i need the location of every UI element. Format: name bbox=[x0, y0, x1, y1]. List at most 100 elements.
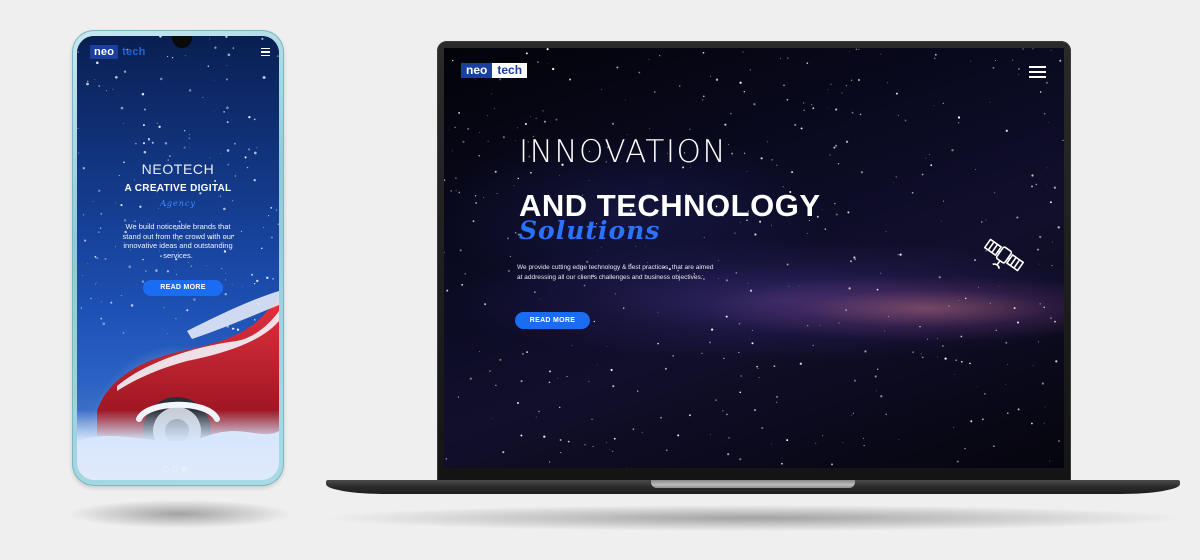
star-particle bbox=[597, 250, 599, 252]
star-particle bbox=[226, 64, 228, 66]
star-particle bbox=[739, 391, 742, 394]
star-particle bbox=[730, 113, 732, 115]
star-particle bbox=[739, 81, 742, 84]
star-particle bbox=[596, 364, 598, 366]
star-particle bbox=[1007, 412, 1009, 414]
star-particle bbox=[457, 396, 459, 398]
star-particle bbox=[560, 452, 562, 454]
star-particle bbox=[911, 191, 914, 194]
star-particle bbox=[613, 437, 616, 440]
star-particle bbox=[614, 293, 616, 295]
star-particle bbox=[98, 85, 101, 87]
star-particle bbox=[248, 115, 251, 119]
star-particle bbox=[757, 367, 759, 369]
slider-dot[interactable] bbox=[172, 466, 178, 472]
star-particle bbox=[993, 445, 995, 447]
star-particle bbox=[520, 379, 523, 383]
star-particle bbox=[95, 282, 97, 284]
star-particle bbox=[702, 99, 704, 101]
star-particle bbox=[502, 451, 505, 454]
star-particle bbox=[467, 127, 470, 130]
star-particle bbox=[601, 89, 602, 90]
star-particle bbox=[530, 116, 531, 117]
star-particle bbox=[530, 171, 532, 174]
star-particle bbox=[158, 125, 161, 128]
star-particle bbox=[451, 150, 453, 152]
slider-dots bbox=[163, 466, 187, 472]
star-particle bbox=[874, 375, 877, 378]
star-particle bbox=[934, 57, 936, 60]
star-particle bbox=[1022, 48, 1024, 50]
star-particle bbox=[941, 220, 942, 222]
star-particle bbox=[942, 200, 944, 202]
star-particle bbox=[806, 62, 809, 64]
phone-mockup: neo tech NEOTECH A CREATIVE DIGITAL Agen… bbox=[72, 30, 284, 486]
star-particle bbox=[710, 75, 711, 77]
slider-dot-active[interactable] bbox=[181, 466, 187, 472]
star-particle bbox=[815, 442, 817, 444]
star-particle bbox=[880, 395, 883, 398]
star-particle bbox=[87, 80, 89, 83]
star-particle bbox=[558, 406, 561, 409]
phone-read-more-button[interactable]: READ MORE bbox=[143, 280, 223, 296]
star-particle bbox=[859, 113, 862, 116]
star-particle bbox=[557, 378, 559, 379]
star-particle bbox=[231, 284, 233, 286]
star-particle bbox=[241, 286, 243, 288]
star-particle bbox=[838, 322, 840, 324]
star-particle bbox=[1031, 422, 1033, 425]
laptop-hinge-notch bbox=[651, 480, 855, 488]
hamburger-menu-icon[interactable] bbox=[1029, 66, 1046, 78]
star-particle bbox=[794, 123, 797, 126]
star-particle bbox=[845, 140, 849, 143]
star-particle bbox=[951, 149, 954, 152]
star-particle bbox=[95, 61, 99, 65]
star-particle bbox=[743, 90, 746, 93]
star-particle bbox=[616, 66, 619, 69]
star-particle bbox=[739, 458, 742, 461]
star-particle bbox=[779, 57, 781, 59]
slider-dot[interactable] bbox=[163, 466, 169, 472]
star-particle bbox=[445, 458, 448, 460]
star-particle bbox=[469, 377, 472, 380]
star-particle bbox=[786, 439, 789, 442]
star-particle bbox=[142, 124, 145, 127]
star-particle bbox=[232, 47, 235, 49]
star-particle bbox=[998, 286, 999, 288]
star-particle bbox=[742, 51, 744, 53]
star-particle bbox=[1054, 320, 1056, 323]
laptop-logo[interactable]: neo tech bbox=[461, 63, 528, 78]
star-particle bbox=[1018, 74, 1019, 75]
star-particle bbox=[202, 96, 204, 99]
star-particle bbox=[591, 418, 593, 421]
star-particle bbox=[1053, 186, 1057, 189]
star-particle bbox=[786, 263, 789, 266]
star-particle bbox=[256, 279, 259, 283]
phone-logo[interactable]: neo tech bbox=[90, 45, 150, 59]
star-particle bbox=[494, 170, 497, 173]
star-particle bbox=[824, 228, 827, 230]
star-particle bbox=[455, 177, 457, 179]
star-particle bbox=[266, 276, 269, 279]
read-more-button[interactable]: READ MORE bbox=[515, 312, 590, 329]
hamburger-menu-icon[interactable] bbox=[261, 48, 270, 57]
star-particle bbox=[776, 164, 778, 166]
star-particle bbox=[1051, 264, 1053, 267]
star-particle bbox=[625, 99, 627, 101]
star-particle bbox=[942, 102, 944, 105]
star-particle bbox=[1062, 139, 1064, 142]
star-particle bbox=[885, 230, 887, 232]
star-particle bbox=[605, 442, 607, 443]
star-particle bbox=[622, 307, 625, 309]
hero-description: We provide cutting edge technology & bes… bbox=[517, 264, 714, 281]
star-particle bbox=[776, 401, 778, 403]
star-particle bbox=[122, 123, 124, 124]
star-particle bbox=[609, 449, 610, 451]
star-particle bbox=[559, 439, 562, 441]
star-particle bbox=[525, 52, 528, 55]
star-particle bbox=[534, 291, 536, 293]
star-particle bbox=[459, 249, 462, 252]
star-particle bbox=[1039, 91, 1042, 93]
star-particle bbox=[240, 230, 243, 232]
star-particle bbox=[965, 297, 967, 300]
